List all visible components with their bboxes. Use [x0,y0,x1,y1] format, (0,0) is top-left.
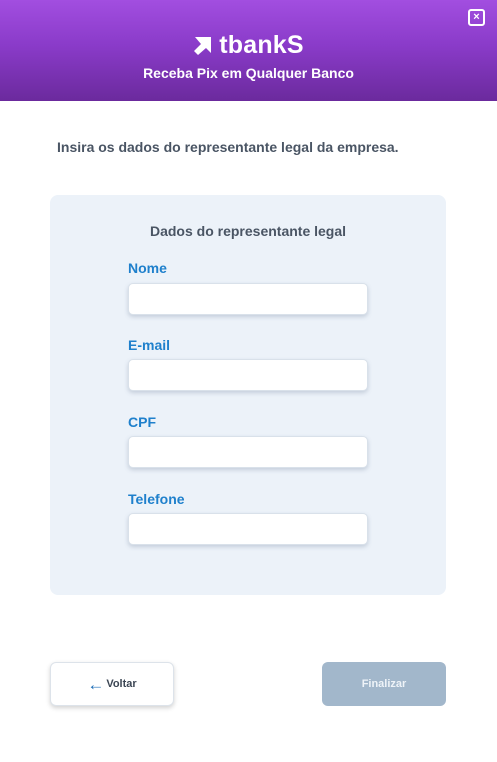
brand-name: tbankS [219,30,304,59]
cpf-label: CPF [128,414,156,430]
phone-label: Telefone [128,491,185,507]
instruction-text: Insira os dados do representante legal d… [57,139,399,155]
email-field[interactable] [128,359,368,391]
back-button-label: Voltar [106,678,137,690]
name-field[interactable] [128,283,368,315]
email-label: E-mail [128,337,171,353]
cpf-field[interactable] [128,436,368,468]
form-title: Dados do representante legal [149,223,347,239]
legal-rep-form-card: Dados do representante legal Nome E-mail… [50,195,446,595]
phone-field[interactable] [128,513,368,545]
arrow-logo-icon [194,37,212,55]
close-icon[interactable]: × [468,9,485,26]
brand-logo: tbankS [0,31,497,59]
finish-button-label: Finalizar [361,678,407,690]
header-banner: × tbankS Receba Pix em Qualquer Banco [0,0,497,101]
back-button[interactable]: ← Voltar [50,662,174,706]
finish-button[interactable]: Finalizar [322,662,446,706]
header-subtitle: Receba Pix em Qualquer Banco [143,65,354,81]
dialog-window: × tbankS Receba Pix em Qualquer Banco In… [0,0,497,762]
arrow-left-icon: ← [87,674,105,694]
name-label: Nome [128,260,167,276]
